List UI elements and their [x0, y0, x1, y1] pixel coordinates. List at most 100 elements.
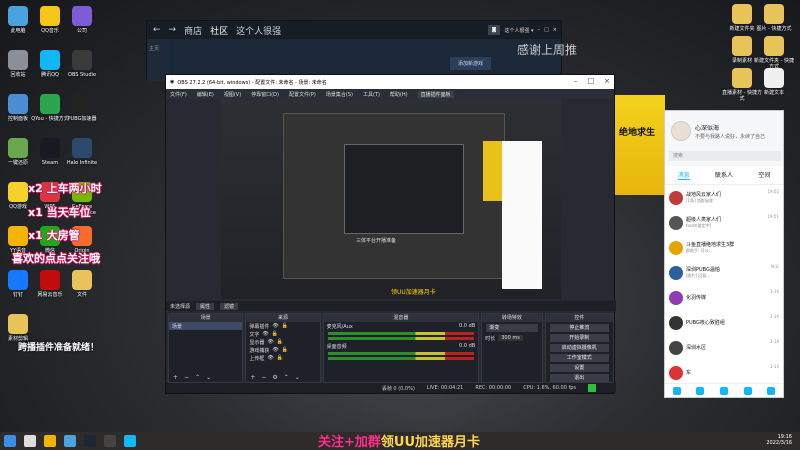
obs-icon[interactable] — [104, 435, 116, 447]
control-button[interactable]: 设置 — [549, 364, 609, 372]
source-item[interactable]: 弹幕插件 👁 🔓 — [246, 322, 319, 330]
eye-icon[interactable]: 👁 — [267, 355, 273, 361]
apps-icon[interactable] — [767, 386, 776, 395]
desktop-icon[interactable]: 新建文件夹 - 快捷方式 — [754, 36, 794, 70]
search-input[interactable]: 搜索 — [669, 151, 781, 161]
eye-icon[interactable]: 👁 — [272, 347, 278, 353]
obs-preview[interactable]: 三体平台开播准备 领UU加速器月卡 — [221, 99, 561, 299]
down-icon[interactable]: ⌄ — [206, 374, 211, 382]
maximize-icon[interactable]: □ — [544, 27, 549, 33]
steam-user-menu[interactable]: 这个人很强 ▾ — [504, 27, 533, 34]
lock-icon[interactable]: 🔓 — [277, 339, 283, 345]
contacts-icon[interactable] — [696, 386, 705, 395]
chat-item[interactable]: PUBG核心致胜组 3-16 — [665, 310, 783, 335]
obs-menu-item[interactable]: 配置文件(P) — [289, 91, 316, 98]
add-icon[interactable]: + — [250, 374, 255, 382]
control-button[interactable]: 启动虚拟摄像机 — [549, 344, 609, 352]
obs-menu-item[interactable]: 视图(V) — [224, 91, 241, 98]
steam-icon[interactable] — [84, 435, 96, 447]
obs-menu-item[interactable]: 工具(T) — [363, 91, 380, 98]
minimize-icon[interactable]: – — [538, 27, 541, 33]
down-icon[interactable]: ⌄ — [295, 374, 300, 382]
filters-button[interactable]: 滤镜 — [220, 302, 239, 310]
lock-icon[interactable]: 🔓 — [277, 355, 283, 361]
qq-tab[interactable]: 联系人 — [715, 170, 733, 180]
chat-item[interactable]: 东 3-15 — [665, 360, 783, 385]
plugin-status-overlay: 跨播插件准备就绪！ — [18, 343, 100, 353]
steam-nav-community[interactable]: 社区 — [210, 24, 228, 37]
system-clock[interactable]: 19:16 2022/3/16 — [766, 434, 792, 446]
obs-menu-item[interactable]: 直播插件面板 — [417, 90, 454, 98]
desktop-icon[interactable]: 公司 — [62, 6, 102, 34]
remove-icon[interactable]: − — [184, 374, 189, 382]
obs-menu-item[interactable]: 场景集合(S) — [326, 91, 353, 98]
control-button[interactable]: 退出 — [549, 374, 609, 382]
chat-item[interactable]: 战地风云家人们 [1条] 加群@我 19:02 — [665, 185, 783, 210]
desktop-icon[interactable]: PUBG加速器 — [62, 94, 102, 122]
lock-icon[interactable]: 🔓 — [282, 323, 288, 329]
eye-icon[interactable]: 👁 — [262, 331, 268, 337]
obs-menu-item[interactable]: 停靠窗口(D) — [251, 91, 279, 98]
eye-icon[interactable]: 👁 — [272, 323, 278, 329]
add-icon[interactable]: + — [173, 374, 178, 382]
desktop-icon[interactable]: 素材剪辑 — [0, 314, 38, 342]
chat-item[interactable]: 超级人类家人们 facet(鉴定中) 19:01 — [665, 210, 783, 235]
steam-add-game-button[interactable]: 添加新游戏 — [449, 57, 491, 70]
obs-menu-item[interactable]: 帮助(H) — [390, 91, 408, 98]
up-icon[interactable]: ⌃ — [195, 374, 200, 382]
qq-tab[interactable]: 消息 — [677, 170, 690, 180]
desktop-icon[interactable]: Halo Infinite — [62, 138, 102, 166]
store-icon[interactable] — [64, 435, 76, 447]
close-icon[interactable]: × — [553, 27, 557, 33]
chat-item[interactable]: 斗鱼直播绝地求生3群 群助手: 可以... — [665, 235, 783, 260]
lock-icon[interactable]: 🔓 — [272, 331, 278, 337]
maximize-icon[interactable]: □ — [588, 77, 595, 85]
desktop-icon[interactable]: 新建文本 — [754, 68, 794, 96]
gear-icon[interactable]: ⚙ — [272, 374, 277, 382]
duration-input[interactable]: 300 ms — [498, 335, 523, 341]
mail-icon[interactable] — [743, 386, 752, 395]
desktop-icon[interactable]: OBS Studio — [62, 50, 102, 78]
windows-icon[interactable] — [4, 435, 16, 447]
steam-nav-store[interactable]: 商店 — [184, 24, 202, 37]
qq-icon[interactable] — [124, 435, 136, 447]
transition-select[interactable]: 渐变 — [486, 324, 538, 332]
qq-signature[interactable]: 不要与我路人说好，永续了自己 — [695, 133, 779, 140]
close-icon[interactable]: × — [604, 77, 610, 85]
remove-icon[interactable]: − — [261, 374, 266, 382]
properties-button[interactable]: 属性 — [196, 302, 215, 310]
source-item[interactable]: 游戏捕获 👁 🔓 — [246, 346, 319, 354]
minimize-icon[interactable]: – — [574, 77, 578, 85]
eye-icon[interactable]: 👁 — [267, 339, 273, 345]
steam-nav-user[interactable]: 这个人很强 — [236, 24, 281, 37]
desktop-icon[interactable]: 图片 - 快捷方式 — [754, 4, 794, 32]
source-item[interactable]: 文字 👁 🔓 — [246, 330, 319, 338]
steam-sidebar-home[interactable]: 主页 — [149, 45, 167, 52]
obs-menu-item[interactable]: 文件(F) — [170, 91, 187, 98]
chat-item[interactable]: 化羽传媒 3-16 — [665, 285, 783, 310]
obs-menu-item[interactable]: 编辑(E) — [197, 91, 214, 98]
qq-tab[interactable]: 空间 — [758, 170, 770, 180]
qq-window[interactable]: 心深似海 不要与我路人说好，永续了自己 搜索 消息 联系人 空间 战地风云家人们 [1… — [664, 110, 784, 398]
forward-icon[interactable]: → — [169, 25, 177, 35]
scene-item[interactable]: 场景 — [169, 322, 243, 330]
source-item[interactable]: 上传框 👁 🔓 — [246, 354, 319, 362]
explorer-icon[interactable] — [44, 435, 56, 447]
search-icon[interactable] — [24, 435, 36, 447]
source-item[interactable]: 显示器 👁 🔓 — [246, 338, 319, 346]
control-button[interactable]: 工作室模式 — [549, 354, 609, 362]
back-icon[interactable]: ← — [153, 25, 161, 35]
steam-window[interactable]: ← → 商店 社区 这个人很强 ◙ 这个人很强 ▾ – □ × 主页 感谢上周推… — [146, 20, 577, 81]
steam-broadcast-button[interactable]: ◙ — [487, 25, 501, 35]
obs-window[interactable]: ◉ OBS 27.2.2 (64-bit, windows) - 配置文件: 未… — [165, 74, 616, 394]
control-button[interactable]: 开始录制 — [549, 334, 609, 342]
chat-item[interactable]: 深圳水区 3-16 — [665, 335, 783, 360]
control-button[interactable]: 停止推流 — [549, 324, 609, 332]
up-icon[interactable]: ⌃ — [284, 374, 289, 382]
chat-item[interactable]: 深圳PUBG温柏 [图片] 回复... 昨天 — [665, 260, 783, 285]
avatar[interactable] — [671, 121, 691, 141]
lock-icon[interactable]: 🔓 — [282, 347, 288, 353]
file-icon[interactable] — [719, 386, 728, 395]
menu-icon[interactable] — [672, 386, 681, 395]
desktop-icon[interactable]: 文件 — [62, 270, 102, 298]
